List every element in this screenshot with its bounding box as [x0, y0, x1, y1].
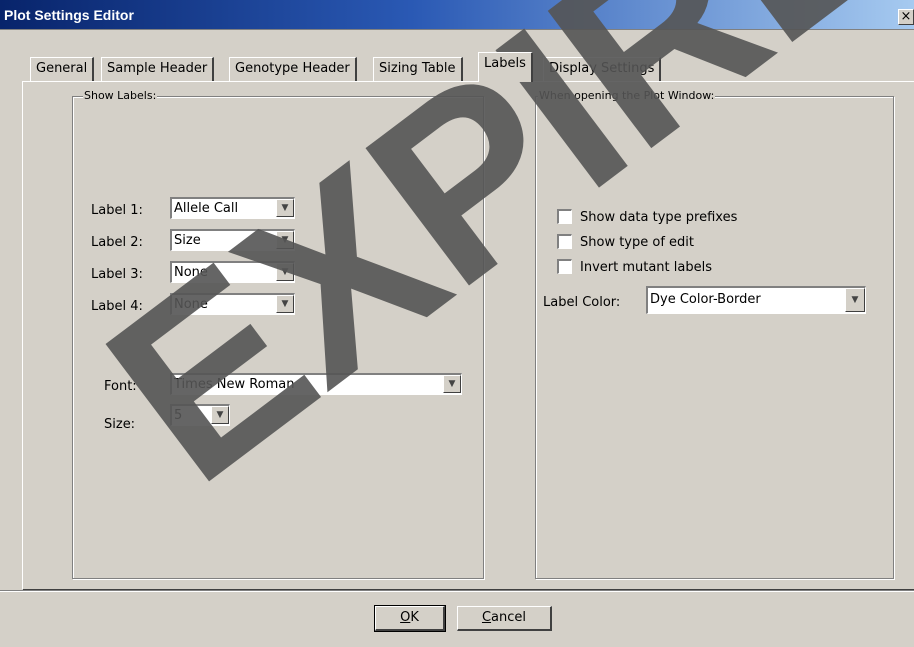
label-2-label: Label 2: [91, 235, 143, 250]
label-4-select[interactable]: None ▼ [170, 293, 295, 315]
title-bar: Plot Settings Editor × [0, 0, 914, 30]
font-label: Font: [104, 379, 137, 394]
close-icon[interactable]: × [898, 9, 914, 25]
label-2-value: Size [174, 233, 201, 248]
show-labels-legend: Show Labels: [83, 89, 158, 102]
show-type-of-edit-checkbox[interactable] [557, 234, 572, 249]
cancel-mnemonic: C [481, 610, 492, 625]
tab-sample-header[interactable]: Sample Header [101, 57, 215, 81]
invert-mutant-labels-checkbox[interactable] [557, 259, 572, 274]
label-1-select[interactable]: Allele Call ▼ [170, 197, 295, 219]
chevron-down-icon[interactable]: ▼ [211, 406, 229, 424]
chevron-down-icon[interactable]: ▼ [845, 288, 865, 312]
label-3-label: Label 3: [91, 267, 143, 282]
label-3-value: None [174, 265, 208, 280]
plot-window-group: When opening the Plot Window: [535, 89, 894, 579]
size-value: 5 [174, 408, 183, 423]
label-color-label: Label Color: [543, 295, 621, 310]
label-1-value: Allele Call [174, 201, 239, 216]
chevron-down-icon[interactable]: ▼ [443, 375, 461, 393]
cancel-label: ancel [491, 610, 527, 625]
chevron-down-icon[interactable]: ▼ [276, 295, 294, 313]
label-1-label: Label 1: [91, 203, 143, 218]
ok-label: K [410, 610, 419, 625]
ok-button[interactable]: OK [374, 605, 446, 632]
show-type-of-edit-label: Show type of edit [580, 235, 695, 250]
font-value: Times New Roman [174, 377, 295, 392]
plot-window-legend: When opening the Plot Window: [538, 89, 716, 102]
window-title: Plot Settings Editor [4, 7, 134, 23]
divider [0, 590, 914, 592]
show-data-type-prefixes-label: Show data type prefixes [580, 210, 738, 225]
show-labels-group: Show Labels: [72, 89, 484, 579]
cancel-button[interactable]: Cancel [457, 606, 552, 631]
label-2-select[interactable]: Size ▼ [170, 229, 295, 251]
chevron-down-icon[interactable]: ▼ [276, 263, 294, 281]
chevron-down-icon[interactable]: ▼ [276, 199, 294, 217]
label-color-value: Dye Color-Border [650, 292, 761, 307]
label-4-value: None [174, 297, 208, 312]
tab-general[interactable]: General [30, 57, 95, 81]
label-3-select[interactable]: None ▼ [170, 261, 295, 283]
tab-display-settings[interactable]: Display Settings [543, 57, 662, 81]
font-select[interactable]: Times New Roman ▼ [170, 373, 462, 395]
size-select[interactable]: 5 ▼ [170, 404, 230, 426]
show-data-type-prefixes-checkbox[interactable] [557, 209, 572, 224]
tab-genotype-header[interactable]: Genotype Header [229, 57, 357, 81]
invert-mutant-labels-label: Invert mutant labels [580, 260, 712, 275]
chevron-down-icon[interactable]: ▼ [276, 231, 294, 249]
label-4-label: Label 4: [91, 299, 143, 314]
ok-mnemonic: O [400, 610, 411, 625]
tab-labels[interactable]: Labels [478, 52, 533, 82]
label-color-select[interactable]: Dye Color-Border ▼ [646, 286, 866, 314]
tab-sizing-table[interactable]: Sizing Table [373, 57, 463, 81]
size-label: Size: [104, 417, 136, 432]
